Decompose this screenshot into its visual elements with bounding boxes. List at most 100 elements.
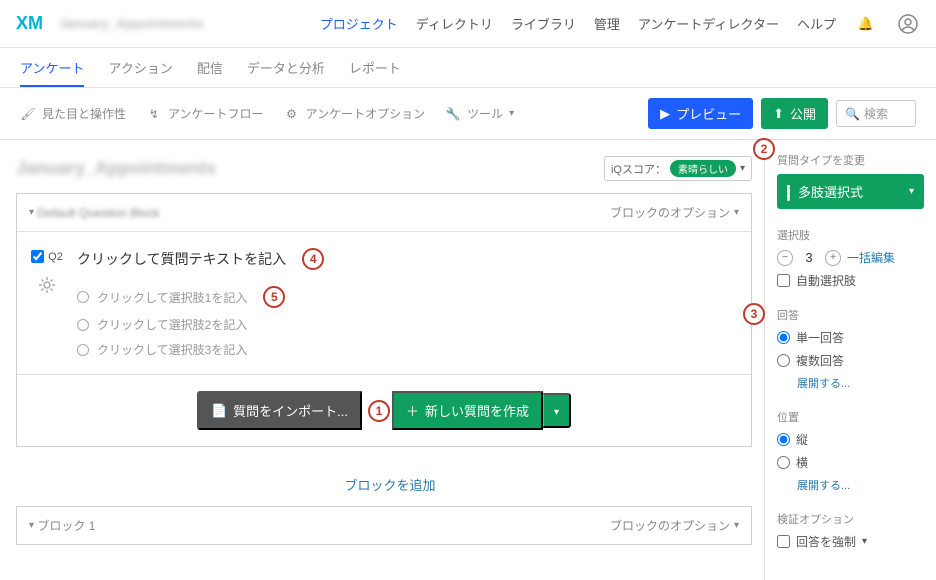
choice-item[interactable]: クリックして選択肢2を記入 <box>77 316 735 333</box>
question-body: クリックして質問テキストを記入 4 クリックして選択肢1を記入5 クリックして選… <box>77 248 735 358</box>
chevron-down-icon: ▾ <box>909 186 914 197</box>
logo: XM <box>16 13 43 34</box>
list-icon <box>787 185 790 198</box>
expand-link[interactable]: 展開する... <box>797 375 924 391</box>
block-header: ▾ Default Question Block ブロックのオプション ▾ <box>17 194 751 232</box>
question-block: ▾ ブロック 1 ブロックのオプション ▾ <box>16 506 752 545</box>
question-text[interactable]: クリックして質問テキストを記入 4 <box>77 248 735 270</box>
radio-icon <box>77 291 89 303</box>
add-block-link[interactable]: ブロックを追加 <box>16 463 764 506</box>
sb-question-type: 質問タイプを変更 多肢選択式 ▾ <box>777 152 924 209</box>
question-block: ▾ Default Question Block ブロックのオプション ▾ Q2… <box>16 193 752 447</box>
annotation-2: 2 <box>753 138 775 160</box>
expand-link[interactable]: 展開する... <box>797 477 924 493</box>
tab-actions[interactable]: アクション <box>108 58 172 87</box>
main-panel: January_Appointments iQスコア：素晴らしい▾ ▾ Defa… <box>0 140 764 580</box>
radio-horizontal[interactable]: 横 <box>777 454 924 471</box>
block-options[interactable]: ブロックのオプション ▾ <box>610 204 739 221</box>
auto-choice-checkbox[interactable]: 自動選択肢 <box>777 272 924 289</box>
tool-look[interactable]: 🖌見た目と操作性 <box>20 105 126 122</box>
tool-flow[interactable]: ↯アンケートフロー <box>146 105 264 122</box>
new-question-button[interactable]: ＋新しい質問を作成 <box>392 391 543 430</box>
question: Q2 クリックして質問テキストを記入 4 クリックして選択肢1を記入5 クリック… <box>17 232 751 374</box>
radio-multiple[interactable]: 複数回答 <box>777 352 924 369</box>
chevron-down-icon: ▾ <box>740 163 745 174</box>
tab-data[interactable]: データと分析 <box>247 58 325 87</box>
annotation-4: 4 <box>302 248 324 270</box>
tool-options[interactable]: ⚙アンケートオプション <box>284 105 426 122</box>
sb-answers: 3 回答 単一回答 複数回答 展開する... <box>777 307 924 391</box>
choices-list: クリックして選択肢1を記入5 クリックして選択肢2を記入 クリックして選択肢3を… <box>77 286 735 358</box>
chevron-down-icon: ▾ <box>734 207 739 218</box>
sb-choices: 選択肢 − 3 + 一括編集 自動選択肢 <box>777 227 924 289</box>
tab-reports[interactable]: レポート <box>349 58 401 87</box>
search-input[interactable]: 🔍検索 <box>836 100 916 127</box>
iq-badge[interactable]: iQスコア：素晴らしい▾ <box>604 156 752 181</box>
content: January_Appointments iQスコア：素晴らしい▾ ▾ Defa… <box>0 140 936 580</box>
sb-label: 回答 <box>777 307 924 323</box>
import-question-button[interactable]: 📄質問をインポート... <box>197 391 362 430</box>
iq-score: 素晴らしい <box>670 160 736 177</box>
radio-icon <box>77 344 89 356</box>
plus-icon: ＋ <box>406 401 419 420</box>
chevron-down-icon: ▾ <box>509 108 514 119</box>
sb-label: 検証オプション <box>777 511 924 527</box>
gear-icon: ⚙ <box>284 106 300 122</box>
bell-icon[interactable]: 🔔 <box>854 12 878 36</box>
block-options[interactable]: ブロックのオプション ▾ <box>610 517 739 534</box>
nav-library[interactable]: ライブラリ <box>511 14 576 33</box>
collapse-icon[interactable]: ▾ <box>29 207 34 218</box>
wrench-icon: 🔧 <box>445 106 461 122</box>
plus-button[interactable]: + <box>825 250 841 266</box>
survey-title-row: January_Appointments iQスコア：素晴らしい▾ <box>16 156 764 193</box>
tab-distribute[interactable]: 配信 <box>197 58 223 87</box>
chevron-down-icon: ▾ <box>862 536 867 547</box>
preview-button[interactable]: ▶プレビュー <box>648 98 753 129</box>
radio-single[interactable]: 単一回答 <box>777 329 924 346</box>
upload-icon: ⬆ <box>773 106 784 122</box>
nav-projects[interactable]: プロジェクト <box>320 14 398 33</box>
tab-survey[interactable]: アンケート <box>20 58 84 87</box>
annotation-5: 5 <box>263 286 285 308</box>
new-question-dropdown[interactable]: ▾ <box>543 393 571 428</box>
block-name[interactable]: ブロック 1 <box>37 517 95 534</box>
nav-directory[interactable]: ディレクトリ <box>416 14 493 33</box>
question-checkbox[interactable]: Q2 <box>31 250 63 263</box>
nav-admin[interactable]: 管理 <box>594 14 620 33</box>
gear-icon[interactable] <box>37 275 57 298</box>
sb-label: 位置 <box>777 409 924 425</box>
sidebar: 2 質問タイプを変更 多肢選択式 ▾ 選択肢 − 3 + 一括編集 自動選択肢 <box>764 140 936 580</box>
annotation-3: 3 <box>743 303 765 325</box>
copy-icon: 📄 <box>211 403 227 419</box>
collapse-icon[interactable]: ▾ <box>29 520 34 531</box>
toolbar: 🖌見た目と操作性 ↯アンケートフロー ⚙アンケートオプション 🔧ツール▾ ▶プレ… <box>0 88 936 140</box>
question-type-dropdown[interactable]: 多肢選択式 ▾ <box>777 174 924 209</box>
search-icon: 🔍 <box>845 107 860 121</box>
project-name[interactable]: January_Appointments <box>59 16 203 31</box>
choice-item[interactable]: クリックして選択肢1を記入5 <box>77 286 735 308</box>
chevron-down-icon: ▾ <box>554 407 559 418</box>
block-name[interactable]: Default Question Block <box>37 206 159 220</box>
minus-button[interactable]: − <box>777 250 793 266</box>
nav-help[interactable]: ヘルプ <box>797 14 836 33</box>
choice-item[interactable]: クリックして選択肢3を記入 <box>77 341 735 358</box>
radio-vertical[interactable]: 縦 <box>777 431 924 448</box>
annotation-1: 1 <box>368 400 390 422</box>
choice-stepper: − 3 + 一括編集 <box>777 249 924 266</box>
nav-director[interactable]: アンケートディレクター <box>638 14 779 33</box>
tool-tools[interactable]: 🔧ツール▾ <box>445 105 514 122</box>
survey-title[interactable]: January_Appointments <box>16 158 216 179</box>
bulk-edit-link[interactable]: 一括編集 <box>847 249 895 266</box>
question-actions: 📄質問をインポート... 1 ＋新しい質問を作成 ▾ <box>17 374 751 446</box>
app-header: XM January_Appointments プロジェクト ディレクトリ ライ… <box>0 0 936 48</box>
chevron-down-icon: ▾ <box>734 520 739 531</box>
block-header: ▾ ブロック 1 ブロックのオプション ▾ <box>17 507 751 544</box>
publish-button[interactable]: ⬆公開 <box>761 98 828 129</box>
flow-icon: ↯ <box>146 106 162 122</box>
sb-position: 位置 縦 横 展開する... <box>777 409 924 493</box>
force-checkbox[interactable]: 回答を強制 ▾ <box>777 533 924 550</box>
radio-icon <box>77 319 89 331</box>
user-icon[interactable] <box>896 12 920 36</box>
play-icon: ▶ <box>660 106 670 122</box>
choice-count: 3 <box>799 250 819 265</box>
